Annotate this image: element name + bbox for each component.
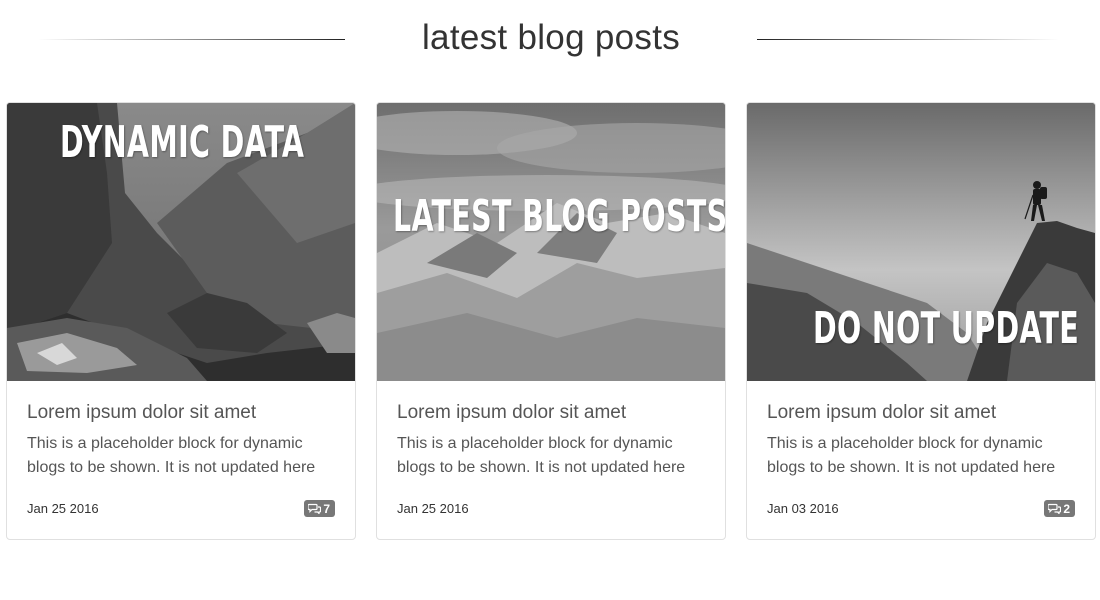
post-image[interactable]: DYNAMIC DATA: [7, 103, 355, 381]
post-footer: Jan 03 2016 2: [767, 499, 1075, 519]
post-image[interactable]: DO NOT UPDATE: [747, 103, 1095, 381]
comment-count-badge[interactable]: 7: [304, 500, 335, 517]
comment-count: 2: [1063, 501, 1070, 516]
comments-icon: [1048, 503, 1062, 514]
post-title[interactable]: Lorem ipsum dolor sit amet: [27, 401, 335, 425]
post-title[interactable]: Lorem ipsum dolor sit amet: [397, 401, 705, 425]
comment-count: 7: [323, 501, 330, 516]
comments-icon: [308, 503, 322, 514]
post-date: Jan 25 2016: [397, 501, 469, 516]
image-caption: LATEST BLOG POSTS: [393, 191, 725, 242]
comment-count-badge[interactable]: 2: [1044, 500, 1075, 517]
blog-post-card[interactable]: DO NOT UPDATE Lorem ipsum dolor sit amet…: [746, 102, 1096, 540]
post-excerpt: This is a placeholder block for dynamic …: [397, 435, 686, 476]
section-header: latest blog posts: [0, 0, 1100, 80]
post-image[interactable]: LATEST BLOG POSTS: [377, 103, 725, 381]
post-title[interactable]: Lorem ipsum dolor sit amet: [767, 401, 1075, 425]
heading-divider-right: [757, 39, 1059, 40]
post-excerpt: This is a placeholder block for dynamic …: [27, 435, 316, 476]
post-footer: Jan 25 2016: [397, 499, 705, 519]
post-body: Lorem ipsum dolor sit amet This is a pla…: [767, 401, 1075, 480]
blog-post-card[interactable]: LATEST BLOG POSTS Lorem ipsum dolor sit …: [376, 102, 726, 540]
snowy-peaks-image: [377, 103, 725, 381]
blog-post-card[interactable]: DYNAMIC DATA Lorem ipsum dolor sit amet …: [6, 102, 356, 540]
image-caption: DYNAMIC DATA: [60, 117, 305, 168]
post-footer: Jan 25 2016 7: [27, 499, 335, 519]
heading-divider-left: [38, 39, 345, 40]
post-date: Jan 03 2016: [767, 501, 839, 516]
post-date: Jan 25 2016: [27, 501, 99, 516]
image-caption: DO NOT UPDATE: [813, 303, 1080, 354]
post-body: Lorem ipsum dolor sit amet This is a pla…: [397, 401, 705, 480]
post-excerpt: This is a placeholder block for dynamic …: [767, 435, 1056, 476]
blog-post-list: DYNAMIC DATA Lorem ipsum dolor sit amet …: [6, 102, 1096, 540]
post-body: Lorem ipsum dolor sit amet This is a pla…: [27, 401, 335, 480]
section-title: latest blog posts: [421, 18, 681, 57]
